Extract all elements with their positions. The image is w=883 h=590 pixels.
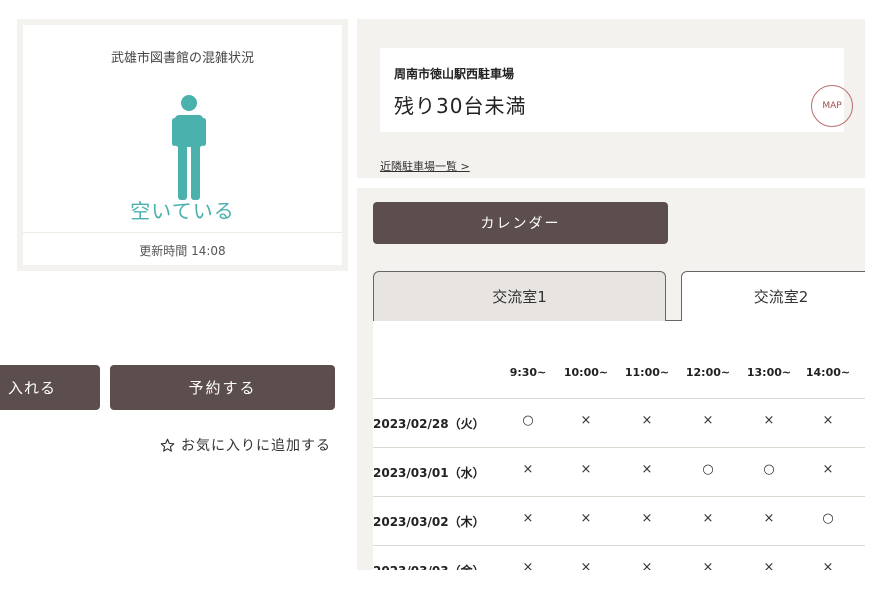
row-date: 2023/03/03（金） xyxy=(373,562,485,570)
nearby-parking-link[interactable]: 近隣駐車場一覧 > xyxy=(380,158,470,174)
calendar-button[interactable]: カレンダー xyxy=(373,202,668,244)
crowd-status-widget: 武雄市図書館の混雑状況 空いている 更新時間 14:08 xyxy=(17,19,348,271)
map-button[interactable]: MAP xyxy=(811,85,853,127)
slot-cell: × xyxy=(641,413,653,428)
table-row: 2023/02/28（火） ○ × × × × × xyxy=(373,398,865,447)
slot-cell: × xyxy=(702,413,714,428)
slot-cell: × xyxy=(763,511,775,526)
time-header: 12:00~ xyxy=(685,366,731,379)
table-row: 2023/03/01（水） × × × ○ ○ × xyxy=(373,447,865,496)
parking-name: 周南市徳山駅西駐車場 xyxy=(394,67,515,81)
slot-cell: × xyxy=(580,413,592,428)
tab-room-1[interactable]: 交流室1 xyxy=(373,271,666,321)
time-header: 10:00~ xyxy=(563,366,609,379)
slot-cell: × xyxy=(641,511,653,526)
tab-label: 交流室1 xyxy=(492,288,547,306)
divider xyxy=(23,232,342,233)
parking-status: 残り30台未満 xyxy=(394,94,527,118)
slot-cell: × xyxy=(580,560,592,570)
person-icon xyxy=(172,95,206,200)
slot-cell[interactable]: ○ xyxy=(739,462,799,477)
table-row: 2023/03/02（木） × × × × × ○ xyxy=(373,496,865,545)
slot-cell: × xyxy=(702,511,714,526)
calendar-button-label: カレンダー xyxy=(480,216,561,232)
slot-cell: × xyxy=(763,560,775,570)
tab-label: 交流室2 xyxy=(753,288,809,306)
crowd-title: 武雄市図書館の混雑状況 xyxy=(110,51,254,66)
tab-baseline xyxy=(666,320,682,321)
reserve-button[interactable]: 予約する xyxy=(110,365,335,410)
parking-widget: 周南市徳山駅西駐車場 残り30台未満 MAP 近隣駐車場一覧 > xyxy=(357,19,865,178)
parking-card: 周南市徳山駅西駐車場 残り30台未満 MAP xyxy=(380,48,853,132)
slot-cell[interactable]: ○ xyxy=(498,413,558,428)
slot-cell[interactable]: ○ xyxy=(798,511,858,526)
crowd-status-text: 空いている xyxy=(130,199,235,223)
slot-cell[interactable]: ○ xyxy=(678,462,738,477)
slot-cell: × xyxy=(822,413,834,428)
partial-button-label: 入れる xyxy=(8,379,57,397)
time-header: 9:30~ xyxy=(509,366,547,379)
updated-time: 更新時間 14:08 xyxy=(139,244,226,258)
row-date: 2023/03/02（木） xyxy=(373,515,485,529)
slot-cell: × xyxy=(580,462,592,477)
row-date: 2023/03/01（水） xyxy=(373,466,485,480)
row-date: 2023/02/28（火） xyxy=(373,417,485,431)
slot-cell: × xyxy=(580,511,592,526)
star-outline-icon xyxy=(160,438,175,452)
slot-cell: × xyxy=(641,462,653,477)
time-header: 13:00~ xyxy=(746,366,792,379)
table-row: 2023/03/03（金） × × × × × × xyxy=(373,545,865,570)
slot-cell: × xyxy=(702,560,714,570)
reserve-button-label: 予約する xyxy=(188,379,257,397)
calendar-header-row: 9:30~ 10:00~ 11:00~ 12:00~ 13:00~ 14:00~ xyxy=(373,350,865,398)
slot-cell: × xyxy=(822,462,834,477)
slot-cell: × xyxy=(522,462,534,477)
slot-cell: × xyxy=(522,560,534,570)
time-header: 14:00~ xyxy=(805,366,851,379)
map-button-label: MAP xyxy=(822,101,842,111)
slot-cell: × xyxy=(822,560,834,570)
slot-cell: × xyxy=(763,413,775,428)
favorite-label: お気に入りに追加する xyxy=(181,438,331,454)
partial-cut-button[interactable]: 入れる xyxy=(0,365,100,410)
slot-cell: × xyxy=(641,560,653,570)
slot-cell: × xyxy=(522,511,534,526)
time-header: 11:00~ xyxy=(624,366,670,379)
calendar-panel: カレンダー 交流室1 交流室2 9:30~ 10:00~ 11:00~ 12:0… xyxy=(357,188,865,570)
crowd-status-card: 武雄市図書館の混雑状況 空いている 更新時間 14:08 xyxy=(23,25,342,265)
tab-room-2[interactable]: 交流室2 xyxy=(681,271,865,321)
add-favorite-link[interactable]: お気に入りに追加する xyxy=(160,435,331,455)
